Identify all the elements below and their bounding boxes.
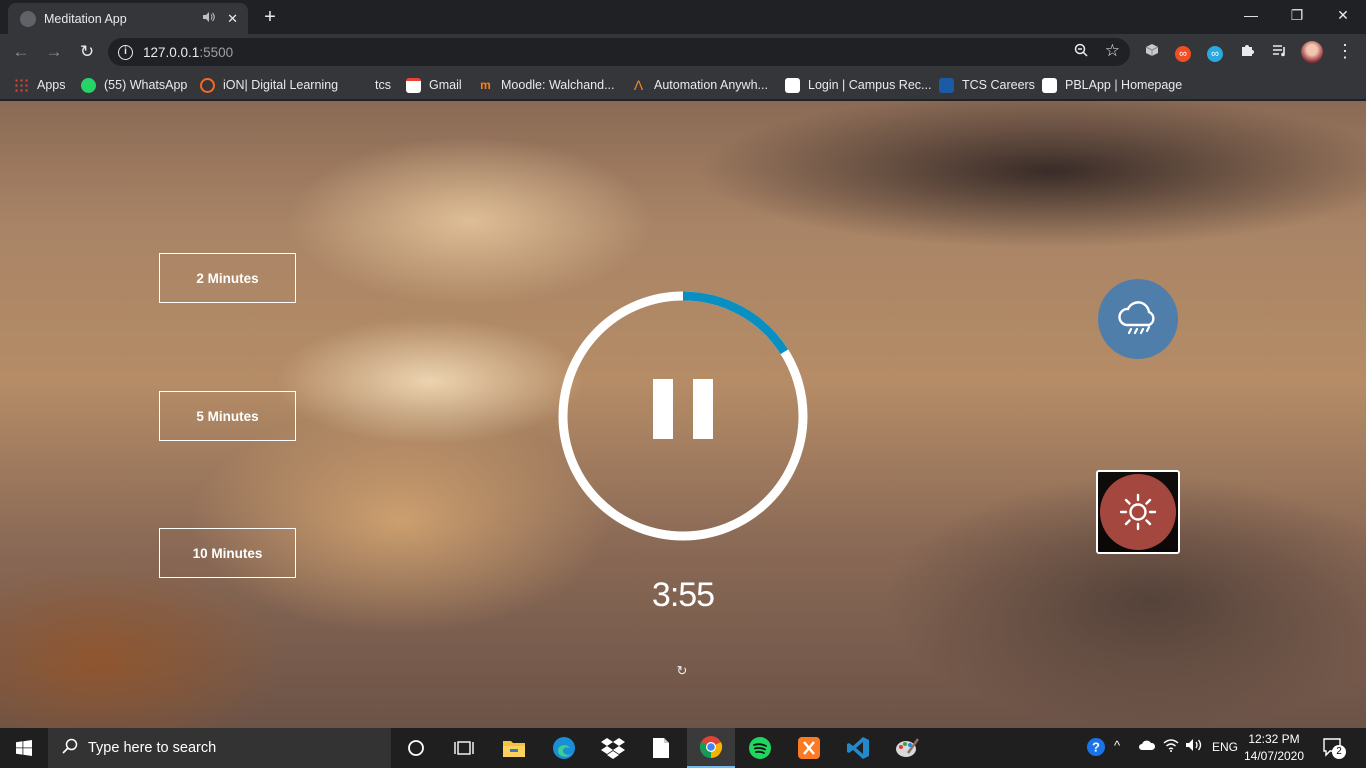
forward-arrow-icon[interactable]: → bbox=[41, 39, 67, 65]
speaker-icon[interactable] bbox=[203, 12, 215, 25]
search-icon bbox=[62, 738, 78, 759]
new-tab-button[interactable]: + bbox=[258, 5, 282, 29]
more-menu-icon[interactable]: ⋮ bbox=[1336, 40, 1354, 62]
chrome-icon[interactable] bbox=[687, 728, 735, 768]
rain-sound-button[interactable] bbox=[1098, 279, 1178, 359]
replay-icon[interactable]: ↻ bbox=[674, 663, 690, 679]
notifications-icon[interactable]: 2 bbox=[1322, 737, 1346, 762]
pause-icon[interactable] bbox=[693, 379, 713, 439]
two-minutes-button[interactable]: 2 Minutes bbox=[159, 253, 296, 303]
media-queue-icon[interactable] bbox=[1269, 42, 1289, 62]
five-minutes-button[interactable]: 5 Minutes bbox=[159, 391, 296, 441]
close-window-button[interactable]: ✕ bbox=[1320, 0, 1366, 32]
clock-date: 14/07/2020 bbox=[1243, 749, 1305, 763]
meditation-app: 2 Minutes 5 Minutes 10 Minutes 3:55 ↻ bbox=[0, 101, 1366, 728]
blank-page-icon bbox=[352, 78, 367, 93]
sun-icon bbox=[1119, 493, 1157, 531]
show-hidden-icons-chevron-icon[interactable]: ^ bbox=[1114, 738, 1120, 753]
loop-extension-icon[interactable]: ∞ bbox=[1205, 42, 1225, 62]
automation-anywhere-icon: Λ bbox=[633, 76, 644, 93]
rain-cloud-icon bbox=[1118, 301, 1155, 335]
progress-ring bbox=[558, 291, 808, 541]
pause-icon[interactable] bbox=[653, 379, 673, 439]
taskbar-search-box[interactable]: Type here to search bbox=[48, 728, 391, 768]
dropbox-icon[interactable] bbox=[589, 728, 637, 768]
url-text: 127.0.0.1:5500 bbox=[143, 44, 234, 60]
globe-icon bbox=[20, 10, 36, 27]
campus-logo-icon bbox=[785, 77, 800, 93]
windows-taskbar: Type here to search ? ^ ENG 12:32 PM 14/… bbox=[0, 728, 1366, 768]
windows-start-button[interactable] bbox=[0, 728, 48, 768]
whatsapp-icon bbox=[81, 77, 96, 93]
bookmark-pblapp[interactable]: PBLApp | Homepage bbox=[1042, 76, 1182, 94]
ten-minutes-button[interactable]: 10 Minutes bbox=[159, 528, 296, 578]
bookmark-automation-anywhere[interactable]: Λ Automation Anywh... bbox=[631, 76, 768, 94]
browser-toolbar: ← → ↻ i 127.0.0.1:5500 ☆ ∞ ∞ ⋮ bbox=[0, 34, 1366, 70]
bookmark-tcs-careers[interactable]: TCS Careers bbox=[939, 76, 1035, 94]
spotify-icon[interactable] bbox=[736, 728, 784, 768]
wifi-icon[interactable] bbox=[1163, 738, 1179, 755]
pblapp-page-icon bbox=[1042, 77, 1057, 93]
bookmark-gmail[interactable]: Gmail bbox=[406, 76, 462, 94]
browser-tab[interactable]: Meditation App ✕ bbox=[8, 3, 248, 34]
task-view-icon[interactable] bbox=[440, 728, 488, 768]
volume-icon[interactable] bbox=[1185, 738, 1203, 755]
profile-avatar[interactable] bbox=[1301, 41, 1323, 63]
bookmark-moodle[interactable]: m Moodle: Walchand... bbox=[478, 76, 614, 94]
bookmarks-bar: Apps (55) WhatsApp iON| Digital Learning… bbox=[0, 70, 1366, 100]
back-arrow-icon[interactable]: ← bbox=[8, 39, 34, 65]
bookmark-ion[interactable]: iON| Digital Learning bbox=[200, 76, 338, 94]
system-clock[interactable]: 12:32 PM 14/07/2020 bbox=[1240, 731, 1308, 765]
time-remaining: 3:55 bbox=[651, 576, 715, 614]
edge-browser-icon[interactable] bbox=[540, 728, 588, 768]
bookmark-star-icon[interactable]: ☆ bbox=[1105, 41, 1120, 61]
vscode-icon[interactable] bbox=[834, 728, 882, 768]
gmail-icon bbox=[406, 77, 421, 93]
ion-logo-icon bbox=[200, 77, 215, 93]
zoom-icon[interactable] bbox=[1074, 43, 1088, 60]
xampp-icon[interactable] bbox=[785, 728, 833, 768]
beach-sound-circle bbox=[1100, 474, 1176, 550]
svg-text:?: ? bbox=[1092, 740, 1100, 755]
bookmark-whatsapp[interactable]: (55) WhatsApp bbox=[81, 76, 187, 94]
address-bar[interactable]: i 127.0.0.1:5500 ☆ bbox=[108, 38, 1130, 66]
blank-document-icon[interactable] bbox=[637, 728, 685, 768]
cube-extension-icon[interactable] bbox=[1142, 42, 1162, 62]
bookmark-apps[interactable]: Apps bbox=[14, 76, 66, 94]
language-indicator[interactable]: ENG bbox=[1212, 740, 1238, 754]
cortana-icon[interactable] bbox=[392, 728, 440, 768]
moodle-icon: m bbox=[480, 77, 491, 92]
puzzle-extensions-icon[interactable] bbox=[1237, 42, 1257, 62]
restore-button[interactable]: ❐ bbox=[1274, 0, 1320, 32]
notification-count-badge: 2 bbox=[1332, 745, 1346, 759]
site-info-icon[interactable]: i bbox=[118, 44, 133, 60]
beach-sound-button[interactable] bbox=[1096, 470, 1180, 554]
minimize-button[interactable]: — bbox=[1228, 0, 1274, 32]
infinity-extension-icon[interactable]: ∞ bbox=[1173, 42, 1193, 62]
bookmark-campus-login[interactable]: Login | Campus Rec... bbox=[785, 76, 931, 94]
tata-logo-icon bbox=[939, 77, 954, 93]
paint-icon[interactable] bbox=[883, 728, 931, 768]
apps-grid-icon bbox=[14, 77, 29, 93]
help-icon[interactable]: ? bbox=[1086, 737, 1106, 760]
reload-icon[interactable]: ↻ bbox=[74, 39, 100, 65]
bookmark-tcs[interactable]: tcs bbox=[352, 76, 391, 94]
windows-logo-icon bbox=[16, 740, 32, 756]
onedrive-cloud-icon[interactable] bbox=[1138, 738, 1156, 755]
file-explorer-icon[interactable] bbox=[490, 728, 538, 768]
clock-time: 12:32 PM bbox=[1248, 732, 1300, 746]
tab-title: Meditation App bbox=[44, 11, 127, 26]
tab-strip: Meditation App ✕ + — ❐ ✕ bbox=[0, 0, 1366, 34]
search-placeholder: Type here to search bbox=[88, 740, 217, 756]
tab-close-icon[interactable]: ✕ bbox=[227, 11, 238, 27]
